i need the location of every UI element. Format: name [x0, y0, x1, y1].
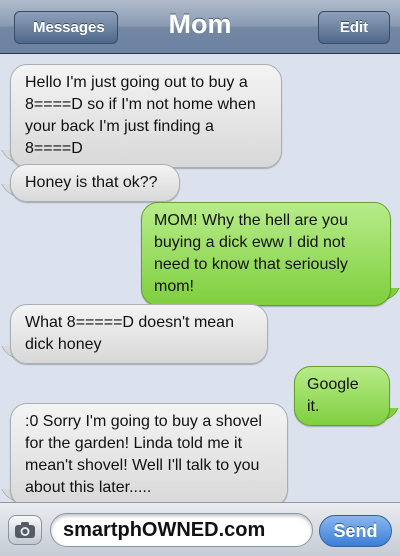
message-thread[interactable]: Hello I'm just going out to buy a 8====D…: [0, 54, 400, 507]
outgoing-message: Google it.: [294, 366, 390, 426]
incoming-message: Hello I'm just going out to buy a 8====D…: [10, 64, 282, 168]
incoming-message: :0 Sorry I'm going to buy a shovel for t…: [10, 403, 288, 507]
camera-icon: [15, 522, 35, 538]
compose-toolbar: smartphOWNED.com Send: [0, 502, 400, 556]
navigation-bar: Messages Mom Edit: [0, 0, 400, 54]
edit-button[interactable]: Edit: [318, 11, 390, 44]
outgoing-message: MOM! Why the hell are you buying a dick …: [141, 202, 391, 306]
incoming-message: Honey is that ok??: [10, 164, 180, 202]
camera-button[interactable]: [8, 515, 42, 545]
incoming-message: What 8=====D doesn't mean dick honey: [10, 304, 268, 364]
message-input[interactable]: smartphOWNED.com: [50, 513, 313, 547]
send-button[interactable]: Send: [319, 515, 392, 547]
